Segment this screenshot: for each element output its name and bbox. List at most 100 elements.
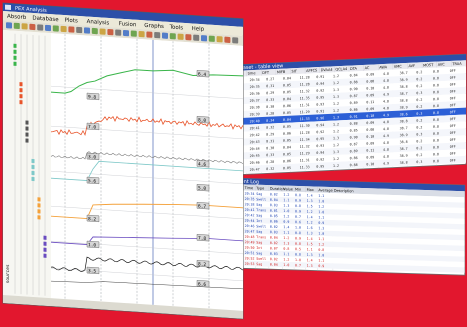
- table-column-header[interactable]: AVF: [408, 64, 415, 68]
- table-cell: 0.93: [316, 102, 324, 106]
- events-cell: 1.0: [318, 232, 324, 236]
- table-column-header[interactable]: DVAA4: [321, 68, 334, 73]
- events-column-header[interactable]: Type: [255, 186, 264, 190]
- events-cell: 0.9: [295, 236, 301, 240]
- table-column-header[interactable]: AC: [365, 66, 370, 70]
- table-cell: 38.7: [400, 147, 408, 151]
- zoom-out-icon[interactable]: [29, 23, 36, 31]
- zoom-out-icon[interactable]: [146, 31, 153, 38]
- table-cell: 4.8: [383, 141, 389, 145]
- events-column-header[interactable]: Time: [244, 186, 254, 190]
- save-icon[interactable]: [13, 22, 20, 30]
- zoom-in-icon[interactable]: [21, 23, 28, 30]
- events-column-header[interactable]: Average: [318, 188, 332, 193]
- pan-icon[interactable]: [154, 32, 161, 39]
- events-cell: 20:50: [245, 246, 255, 250]
- value-tag: 6.7: [198, 203, 206, 210]
- table-cell: 4.9: [383, 113, 389, 117]
- axis-scale-tick: [25, 132, 29, 137]
- table-column-header[interactable]: MOST: [423, 63, 434, 68]
- settings-icon[interactable]: [115, 29, 122, 36]
- legend-icon[interactable]: [84, 27, 90, 34]
- table-cell: 0.88: [350, 80, 358, 84]
- print-icon[interactable]: [52, 25, 59, 32]
- table-cell: 4.8: [383, 99, 389, 103]
- events-column-header[interactable]: Value: [283, 187, 293, 191]
- table-cell: OFF: [450, 82, 456, 86]
- redo-icon[interactable]: [107, 28, 114, 36]
- table-column-header[interactable]: time: [248, 71, 256, 75]
- table-cell: 0.8: [433, 76, 439, 80]
- table-cell: 0.2: [416, 139, 422, 143]
- table-cell: 0.09: [366, 141, 374, 145]
- events-cell: 0.8: [283, 247, 289, 251]
- menu-item[interactable]: Tools: [169, 24, 184, 31]
- table-column-header[interactable]: MIFB: [277, 70, 286, 74]
- table-window[interactable]: dataset - table view datetimeDFTMIFBSITA…: [231, 53, 467, 176]
- table-cell: 8.33: [266, 153, 274, 157]
- grid-icon[interactable]: [76, 26, 83, 34]
- legend-icon[interactable]: [201, 35, 207, 42]
- events-cell: 1.1: [318, 259, 324, 263]
- export-icon[interactable]: [177, 33, 184, 40]
- undo-icon[interactable]: [216, 36, 223, 43]
- pan-icon[interactable]: [37, 24, 44, 31]
- events-window[interactable]: Event Log DateTimeTypeDurationValueMinMa…: [231, 177, 466, 276]
- table-cell: 20:43: [250, 140, 260, 145]
- settings-icon[interactable]: [232, 37, 239, 44]
- chart-window[interactable]: PEX Analysis Absorb Database Plots Analysis…: [2, 2, 244, 320]
- print-icon[interactable]: [169, 33, 176, 40]
- table-column-header[interactable]: DFT: [262, 71, 270, 75]
- table-cell: 20:46: [250, 160, 260, 165]
- table-column-header[interactable]: AVC: [438, 63, 446, 67]
- menu-item[interactable]: Help: [192, 26, 205, 33]
- refresh-icon[interactable]: [68, 26, 75, 33]
- table-cell: 0.90: [350, 135, 358, 139]
- save-icon[interactable]: [130, 30, 137, 37]
- table-cell: 0.3: [416, 132, 422, 136]
- axis-scale-tick: [19, 82, 23, 87]
- grid-icon[interactable]: [193, 34, 200, 41]
- menu-item[interactable]: Plots: [65, 18, 78, 25]
- export-icon[interactable]: [60, 25, 67, 33]
- table-cell: 20:39: [250, 112, 260, 117]
- events-column-header[interactable]: Description: [334, 189, 354, 194]
- table-column-header[interactable]: QCLA4: [335, 67, 348, 72]
- zoom-in-icon[interactable]: [138, 31, 145, 38]
- undo-icon[interactable]: [99, 28, 106, 35]
- cursor-icon[interactable]: [45, 24, 51, 32]
- table-cell: 1.3: [333, 88, 339, 92]
- events-cell: 0.7: [295, 263, 301, 267]
- table-cell: 38.8: [400, 140, 408, 144]
- table-cell: 1.2: [333, 164, 339, 168]
- table-cell: 0.94: [316, 151, 324, 155]
- table-column-header[interactable]: DTA: [350, 67, 358, 71]
- table-cell: 8.31: [266, 84, 274, 88]
- events-cell: Int: [256, 219, 262, 223]
- table-column-header[interactable]: SIT: [291, 69, 297, 73]
- table-cell: 0.95: [316, 137, 324, 141]
- redo-icon[interactable]: [224, 36, 231, 43]
- refresh-icon[interactable]: [185, 34, 192, 41]
- events-cell: 0.02: [270, 257, 278, 261]
- table-cell: 0.89: [350, 149, 358, 153]
- events-column-header[interactable]: Min: [295, 188, 301, 192]
- events-column-header[interactable]: Max: [307, 188, 314, 192]
- open-icon[interactable]: [123, 29, 129, 37]
- events-cell: 0.8: [318, 248, 324, 252]
- table-column-header[interactable]: APFCS: [306, 68, 318, 73]
- copy-icon[interactable]: [91, 27, 98, 35]
- events-cell: 20:51: [245, 251, 255, 255]
- table-column-header[interactable]: AWA: [379, 65, 387, 69]
- table-cell: OFF: [450, 145, 456, 149]
- events-cell: Int: [256, 246, 262, 250]
- table-cell: 0.2: [416, 70, 422, 74]
- table-cell: 0.92: [316, 130, 324, 134]
- menu-item[interactable]: Fusion: [119, 21, 137, 28]
- table-column-header[interactable]: TRAA: [451, 62, 462, 67]
- open-icon[interactable]: [6, 22, 12, 29]
- cursor-icon[interactable]: [162, 32, 168, 39]
- copy-icon[interactable]: [208, 35, 215, 42]
- table-cell: 0.8: [433, 104, 439, 108]
- table-column-header[interactable]: VMC: [394, 65, 402, 69]
